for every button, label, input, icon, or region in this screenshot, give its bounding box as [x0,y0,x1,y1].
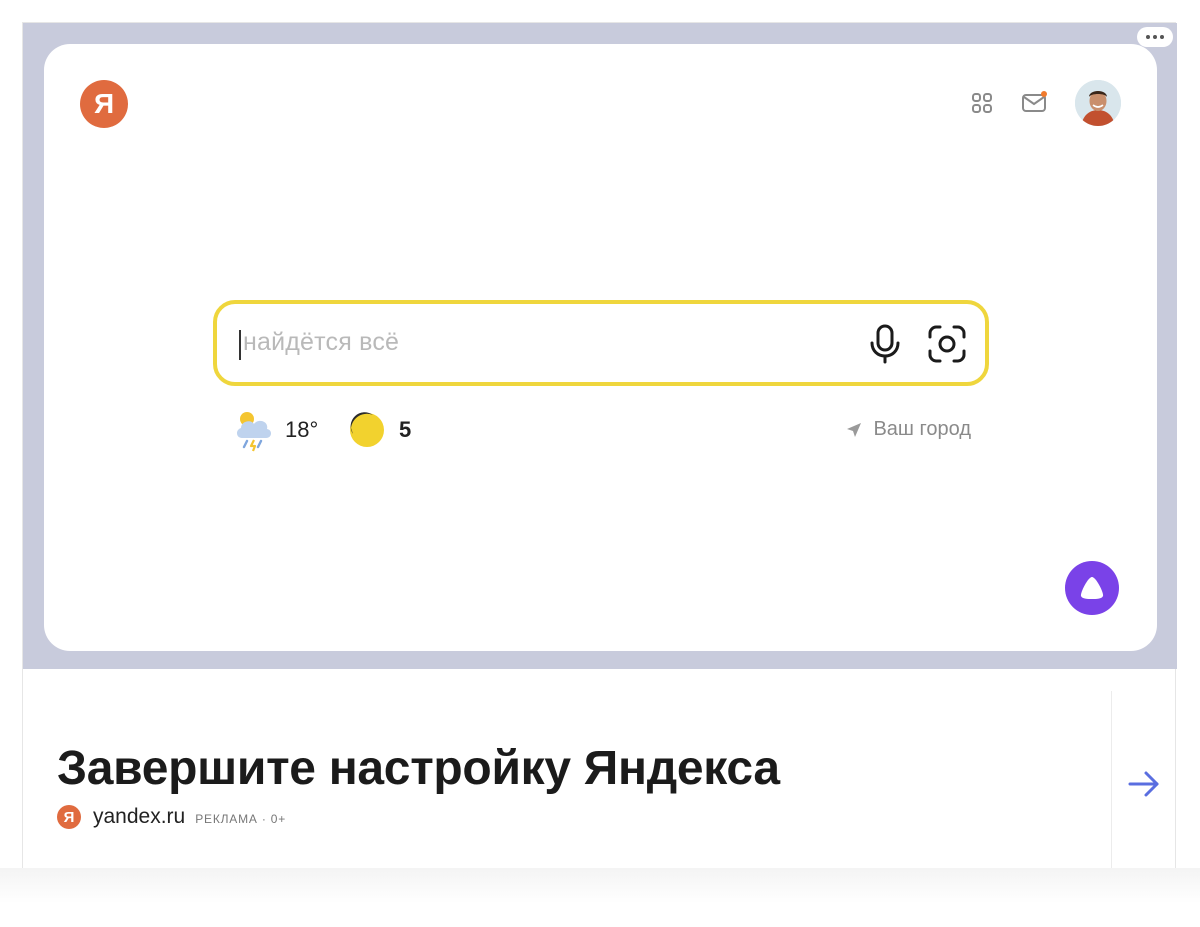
location-label: Ваш город [873,418,971,440]
traffic-widget: 5 [349,412,411,448]
ad-source: Я yandex.ru РЕКЛАМА · 0+ [57,805,286,829]
traffic-score: 5 [399,417,412,442]
page-bottom [0,868,1200,927]
divider [1111,691,1112,881]
camera-search-icon[interactable] [927,324,967,369]
ad-footer[interactable]: Завершите настройку Яндекса Я yandex.ru … [23,669,1177,891]
weather-temperature: 18° [285,417,319,442]
source-logo: Я [57,805,81,829]
ad-card[interactable]: Я найдётся всё 18° 5 Ваш город Завершите… [22,22,1177,891]
search-box[interactable]: найдётся всё [213,300,989,386]
mail-icon [1017,86,1051,120]
source-domain[interactable]: yandex.ru [93,805,185,829]
arrow-right-icon[interactable] [1127,769,1161,804]
avatar [1075,80,1121,126]
ad-title[interactable]: Завершите настройку Яндекса [57,741,780,796]
browser-preview: Я найдётся всё 18° 5 Ваш город [44,44,1157,651]
ad-image[interactable]: Я найдётся всё 18° 5 Ваш город [23,23,1177,669]
location-arrow-icon [847,422,862,437]
ad-label: РЕКЛАМА · 0+ [195,812,287,826]
search-input[interactable]: найдётся всё [243,328,399,357]
more-options-button[interactable] [1137,27,1173,47]
storm-cloud-icon [236,412,272,452]
microphone-icon[interactable] [867,324,903,369]
traffic-light-icon [350,412,384,447]
location-selector[interactable]: Ваш город [845,418,971,441]
text-caret [239,330,241,360]
apps-grid-icon [965,86,999,120]
notification-dot [1041,91,1047,97]
header-icons [965,80,1121,126]
alice-assistant-icon [1080,577,1104,599]
weather-widget: 18° [233,408,318,452]
yandex-logo: Я [80,80,128,128]
info-row: 18° 5 Ваш город [233,408,971,456]
alice-assistant-button[interactable] [1065,561,1119,615]
